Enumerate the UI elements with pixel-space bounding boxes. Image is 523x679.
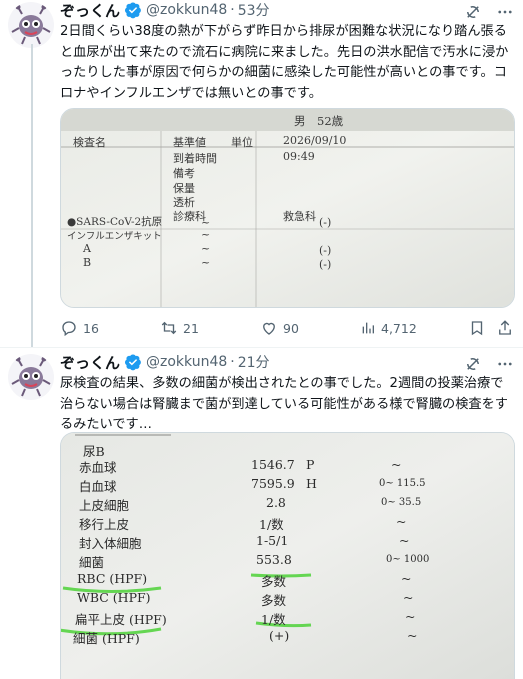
post-text: 2日間くらい38度の熱が下がらず昨日から排尿が困難な状況になり踏ん張ると血尿が出… [60,24,509,101]
separator-dot: · [230,2,235,18]
row-value: 1/数 [261,612,286,627]
post-header: ぞっくん @zokkun48 · 21分 [60,352,270,372]
row-name: 移行上皮 [79,517,130,532]
grok-icon[interactable] [463,2,483,22]
author-name[interactable]: ぞっくん [60,0,120,21]
row-value: 1-5/1 [256,533,289,548]
row-flag: H [306,476,317,491]
flu-a-result: (-) [319,244,332,257]
heart-icon [263,322,275,335]
grok-icon[interactable] [463,354,483,374]
row-name: 細菌 [79,555,105,570]
reply-icon [62,321,76,337]
row-ref: ~ [401,571,412,586]
like-count: 90 [283,320,299,336]
post-1[interactable]: ぞっくん @zokkun48 · 53分 2日間くらい38度の熱が下がらず昨日か… [0,0,523,348]
row-ref: ~ [396,514,407,529]
view-count: 4,712 [381,320,417,336]
arrival-time: 09:49 [283,150,315,163]
row-value: (+) [269,628,290,643]
verified-badge-icon [124,1,142,19]
row-ref: ~ [399,533,410,548]
more-options-icon[interactable] [495,2,515,22]
row-ref: 0~ 1000 [386,554,430,565]
row-ref: ~ [407,628,418,643]
patient-info: 男 52歳 [294,114,344,128]
row-value: 多数 [261,593,287,608]
row-name: WBC (HPF) [77,590,151,605]
share-icon [499,320,511,335]
bookmark-button[interactable] [468,319,491,337]
like-button[interactable]: 90 [260,319,299,337]
row-name: 白血球 [79,479,117,494]
row-ref: 0~ 115.5 [379,478,426,489]
header-actions [463,2,515,22]
row-ref: ~ [391,457,402,472]
post-time[interactable]: 21分 [238,352,270,372]
post-header: ぞっくん @zokkun48 · 53分 [60,0,270,20]
row-flag: P [306,457,315,472]
post-actions: 16 21 90 4,712 [60,318,515,338]
author-name[interactable]: ぞっくん [60,352,120,373]
col-test-name: 検査名 [73,136,106,149]
row-ref: 0~ 35.5 [381,497,422,508]
department: 救急科 [283,210,316,223]
row-value: 1546.7 [251,457,295,472]
post-image[interactable]: 男 52歳 検査名 基準値 単位 2026/09/10 到着時間 09:49 備… [60,108,515,308]
col-unit: 単位 [231,136,253,149]
row-name: 扁平上皮 (HPF) [75,612,167,627]
thread-line [31,44,33,348]
row-value: 7595.9 [251,476,295,491]
reply-count: 16 [83,320,99,336]
author-handle[interactable]: @zokkun48 [146,2,227,18]
flu-b-result: (-) [319,258,332,271]
views-button[interactable]: 4,712 [360,320,417,336]
reply-button[interactable]: 16 [60,319,99,337]
post-2[interactable]: ぞっくん @zokkun48 · 21分 尿検査の結果、多数の細菌が検出されたと… [0,348,523,679]
avatar[interactable] [8,2,54,48]
note-label: 備考 [173,167,195,180]
repost-icon [161,321,177,335]
test-date: 2026/09/10 [283,134,347,147]
row-name: 上皮細胞 [79,498,130,513]
row-value: 2.8 [266,495,286,510]
repost-count: 21 [183,320,199,336]
row-name: 封入体細胞 [79,536,142,551]
share-button[interactable] [496,319,519,337]
col-reference: 基準値 [173,136,206,149]
sars-result: (-) [319,216,332,229]
sars-test: ●SARS-CoV-2抗原 [67,216,163,228]
flu-a-ref: ~ [201,242,211,255]
influenza-test: インフルエンザキット [67,231,162,242]
views-icon [362,322,374,334]
author-handle[interactable]: @zokkun48 [146,354,227,370]
row-name: RBC (HPF) [77,571,148,586]
row-value: 1/数 [259,517,284,532]
post-image[interactable]: 尿B 赤血球 1546.7 P ~ 白血球 7595.9 H 0~ 115.5 … [60,432,515,679]
post-time[interactable]: 53分 [238,0,270,20]
flu-b-ref: ~ [201,256,211,269]
row-name: 細菌 (HPF) [73,631,140,646]
header-actions [463,354,515,374]
row-value: 多数 [261,574,287,589]
arrival-label: 到着時間 [173,152,217,165]
bookmark-icon [471,321,483,336]
post-text: 尿検査の結果、多数の細菌が検出されたとの事でした。2週間の投薬治療で治らない場合… [60,376,508,432]
flu-a-label: A [83,242,91,255]
repost-button[interactable]: 21 [160,319,199,337]
verified-badge-icon [124,353,142,371]
row-ref: ~ [403,590,414,605]
influenza-ref: ~ [201,228,211,241]
avatar[interactable] [8,354,54,400]
row-ref: ~ [405,609,416,624]
row-name: 赤血球 [79,460,117,475]
flu-b-label: B [83,256,92,269]
separator-dot: · [230,354,235,370]
more-options-icon[interactable] [495,354,515,374]
row-value: 553.8 [256,552,292,567]
